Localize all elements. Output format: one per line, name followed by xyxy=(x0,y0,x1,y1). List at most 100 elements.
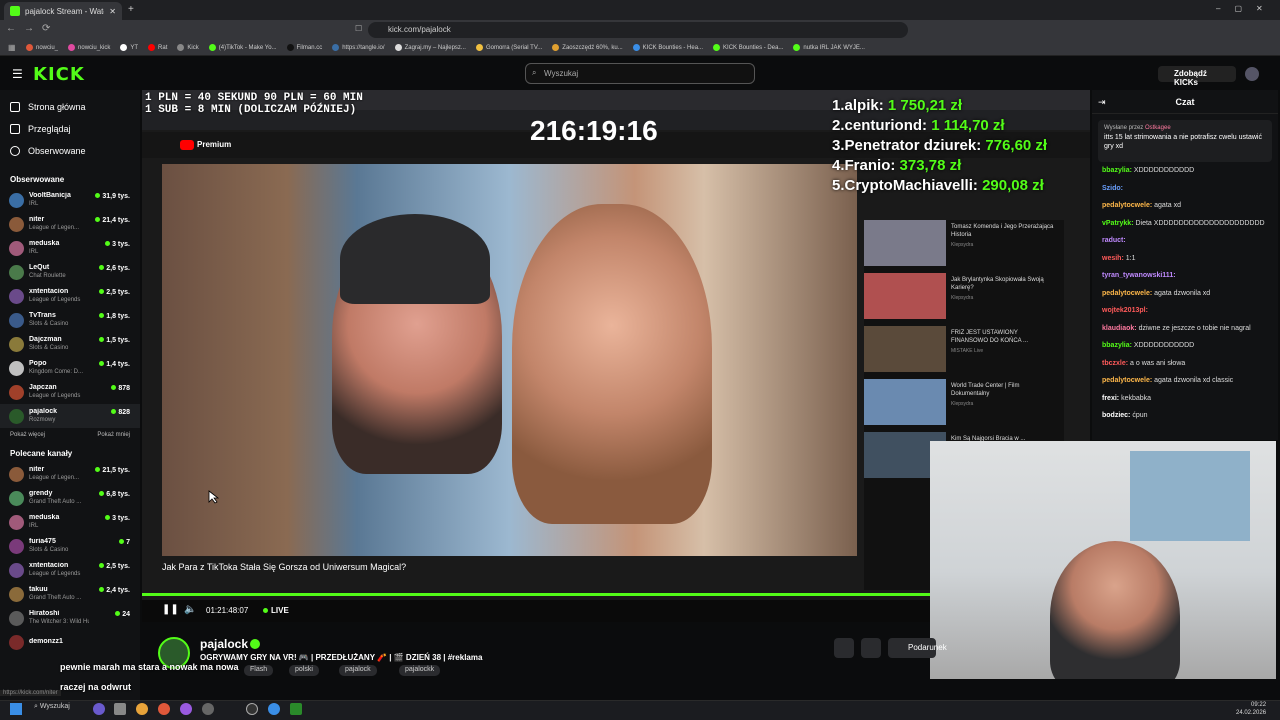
chrome-icon[interactable] xyxy=(136,703,148,715)
bookmark-item[interactable]: KICK Bounties - Dea... xyxy=(713,44,783,51)
channel-item[interactable]: furia475 Slots & Casino 7 xyxy=(0,534,140,558)
show-more-link[interactable]: Pokaż więcej xyxy=(10,432,45,438)
bookmark-item[interactable]: nowciu_kick xyxy=(68,44,110,51)
chat-username[interactable]: wesih: xyxy=(1102,255,1124,262)
pause-button[interactable]: ❚❚ xyxy=(162,604,179,615)
nav-arrows-icon[interactable]: ←→⟳ xyxy=(6,23,58,34)
pinned-message[interactable]: Wysłane przez Ostkagee itts 15 lat strim… xyxy=(1098,120,1272,162)
bookmark-item[interactable]: Rat xyxy=(148,44,167,51)
channel-item[interactable]: xntentacion League of Legends 2,5 tys. xyxy=(0,284,140,308)
chat-username[interactable]: pedalytocwele: xyxy=(1102,202,1152,209)
channel-item[interactable]: demonzz1 xyxy=(0,630,140,654)
channel-avatar xyxy=(9,312,24,328)
bookmark-item[interactable]: Zagraj.my – Najlepsz... xyxy=(394,44,466,51)
chat-username[interactable]: bodziec: xyxy=(1102,412,1130,419)
channel-item[interactable]: niter League of Legen... 21,5 tys. xyxy=(0,462,140,486)
channel-item[interactable]: xntentacion League of Legends 2,5 tys. xyxy=(0,558,140,582)
bookmark-item[interactable]: nowciu_ xyxy=(26,44,58,51)
viewer-count-text: 2,5 tys. xyxy=(106,563,130,570)
user-avatar[interactable] xyxy=(1245,67,1259,81)
bookmark-item[interactable]: Filman.cc xyxy=(286,44,322,51)
browser-tab[interactable]: pajalock Stream - Watch Liv ✕ xyxy=(4,2,122,20)
stream-tag[interactable]: polski xyxy=(289,665,319,676)
chat-username[interactable]: bbazylia: xyxy=(1102,342,1132,349)
edge-icon[interactable] xyxy=(268,703,280,715)
channel-info: demonzz1 xyxy=(29,638,89,646)
channel-item[interactable]: pajalock Rozmowy 828 xyxy=(0,404,140,428)
tts-overlay-line-2: raczej na odwrut xyxy=(60,682,132,692)
volume-icon[interactable]: 🔈 xyxy=(184,604,196,615)
apps-icon[interactable]: ▦ xyxy=(8,43,16,52)
bell-icon[interactable] xyxy=(834,638,854,658)
suggested-video[interactable]: Tomasz Komenda i Jego Przerażająca Histo… xyxy=(864,220,1059,268)
channel-item[interactable]: LeQut Chat Roulette 2,6 tys. xyxy=(0,260,140,284)
channel-item[interactable]: niter League of Legen... 21,4 tys. xyxy=(0,212,140,236)
bookmark-item[interactable]: Kick xyxy=(177,44,199,51)
file-explorer-icon[interactable] xyxy=(114,703,126,715)
viewer-count: 1,8 tys. xyxy=(99,313,130,320)
bookmark-item[interactable]: (4)TikTok - Make Yo... xyxy=(208,44,277,51)
chat-username[interactable]: pedalytocwele: xyxy=(1102,290,1152,297)
channel-item[interactable]: Dajczman Slots & Casino 1,5 tys. xyxy=(0,332,140,356)
app-icon[interactable] xyxy=(180,703,192,715)
bookmark-favicon-icon xyxy=(394,44,402,51)
nav-item-home[interactable]: Strona główna xyxy=(0,96,140,118)
collapse-chat-icon[interactable]: ⇥ xyxy=(1098,97,1106,108)
stream-tag[interactable]: pajalock xyxy=(339,665,377,676)
stream-tag[interactable]: Flash xyxy=(244,665,274,676)
get-kicks-button[interactable]: Zdobądź KICKs xyxy=(1158,66,1236,87)
channel-item[interactable]: TvTrans Slots & Casino 1,8 tys. xyxy=(0,308,140,332)
bookmark-item[interactable]: YT xyxy=(120,44,138,51)
nav-item-browse[interactable]: Przeglądaj xyxy=(0,118,140,140)
close-tab-icon[interactable]: ✕ xyxy=(109,7,116,16)
bookmark-icon[interactable]: ☐ xyxy=(355,24,362,33)
live-dot-icon xyxy=(99,337,105,342)
menu-icon[interactable]: ☰ xyxy=(12,67,23,81)
channel-item[interactable]: meduska IRL 3 tys. xyxy=(0,510,140,534)
channel-item[interactable]: Hiratoshi The Witcher 3: Wild Hunt 24 xyxy=(0,606,140,630)
bookmark-item[interactable]: KICK Bounties - Hea... xyxy=(632,44,703,51)
viewer-count: 24 xyxy=(115,611,130,618)
discord-icon[interactable] xyxy=(93,703,105,715)
window-controls[interactable]: –▢✕ xyxy=(1216,4,1277,13)
search-input[interactable]: Wyszukaj xyxy=(525,63,755,84)
follow-heart-icon[interactable] xyxy=(861,638,881,658)
chat-username[interactable]: vPatrykk: xyxy=(1102,220,1134,227)
new-tab-icon[interactable]: + xyxy=(128,4,134,15)
show-less-link[interactable]: Pokaż mniej xyxy=(97,432,130,438)
kick-logo[interactable]: KICK xyxy=(33,64,85,85)
bookmark-item[interactable]: nutka IRL JAK WYJE... xyxy=(793,44,865,51)
chat-username[interactable]: wojtek2013pl: xyxy=(1102,307,1148,314)
brave-icon[interactable] xyxy=(158,703,170,715)
streamer-name[interactable]: pajalock xyxy=(200,637,248,651)
chat-username[interactable]: frexi: xyxy=(1102,395,1119,402)
chat-username[interactable]: pedalytocwele: xyxy=(1102,377,1152,384)
channel-item[interactable]: meduska IRL 3 tys. xyxy=(0,236,140,260)
suggested-video[interactable]: FRIZ JEST USTAWIONY FINANSOWO DO KOŃCA .… xyxy=(864,326,1059,374)
chat-username[interactable]: tyran_tywanowski111: xyxy=(1102,272,1176,279)
stream-tag[interactable]: pajalockk xyxy=(399,665,441,676)
chat-username[interactable]: Szido: xyxy=(1102,185,1123,192)
taskbar-app-icon[interactable] xyxy=(246,703,258,715)
channel-item[interactable]: takuu Grand Theft Auto ... 2,4 tys. xyxy=(0,582,140,606)
chat-username[interactable]: klaudiaok: xyxy=(1102,325,1137,332)
windows-start-icon[interactable] xyxy=(10,703,22,715)
channel-item[interactable]: Popo Kingdom Come: D... 1,4 tys. xyxy=(0,356,140,380)
chat-username[interactable]: bbazylia: xyxy=(1102,167,1132,174)
channel-item[interactable]: Japczan League of Legends 878 xyxy=(0,380,140,404)
channel-item[interactable]: grendy Grand Theft Auto ... 6,8 tys. xyxy=(0,486,140,510)
taskbar-search[interactable]: ⌕ Wyszukaj xyxy=(34,703,70,711)
kick-taskbar-icon[interactable] xyxy=(290,703,302,715)
obs-icon[interactable] xyxy=(202,703,214,715)
suggested-video[interactable]: Jak Brylantynka Skopiowała Swoją Karierę… xyxy=(864,273,1059,321)
gift-sub-button[interactable]: Podarunek xyxy=(888,638,947,658)
chat-username[interactable]: tbczxle: xyxy=(1102,360,1128,367)
channel-item[interactable]: VooltBanicja IRL 31,9 tys. xyxy=(0,188,140,212)
nav-item-heart[interactable]: Obserwowane xyxy=(0,140,140,162)
url-field[interactable]: kick.com/pajalock xyxy=(368,22,908,38)
bookmark-item[interactable]: https://tangle.io/ xyxy=(332,44,385,51)
bookmark-item[interactable]: Zaoszczędź 60%, ku... xyxy=(552,44,623,51)
suggested-video[interactable]: World Trade Center | Film Dokumentalny Kl… xyxy=(864,379,1059,427)
bookmark-item[interactable]: Gomorra (Serial TV... xyxy=(475,44,542,51)
chat-username[interactable]: raduct: xyxy=(1102,237,1126,244)
